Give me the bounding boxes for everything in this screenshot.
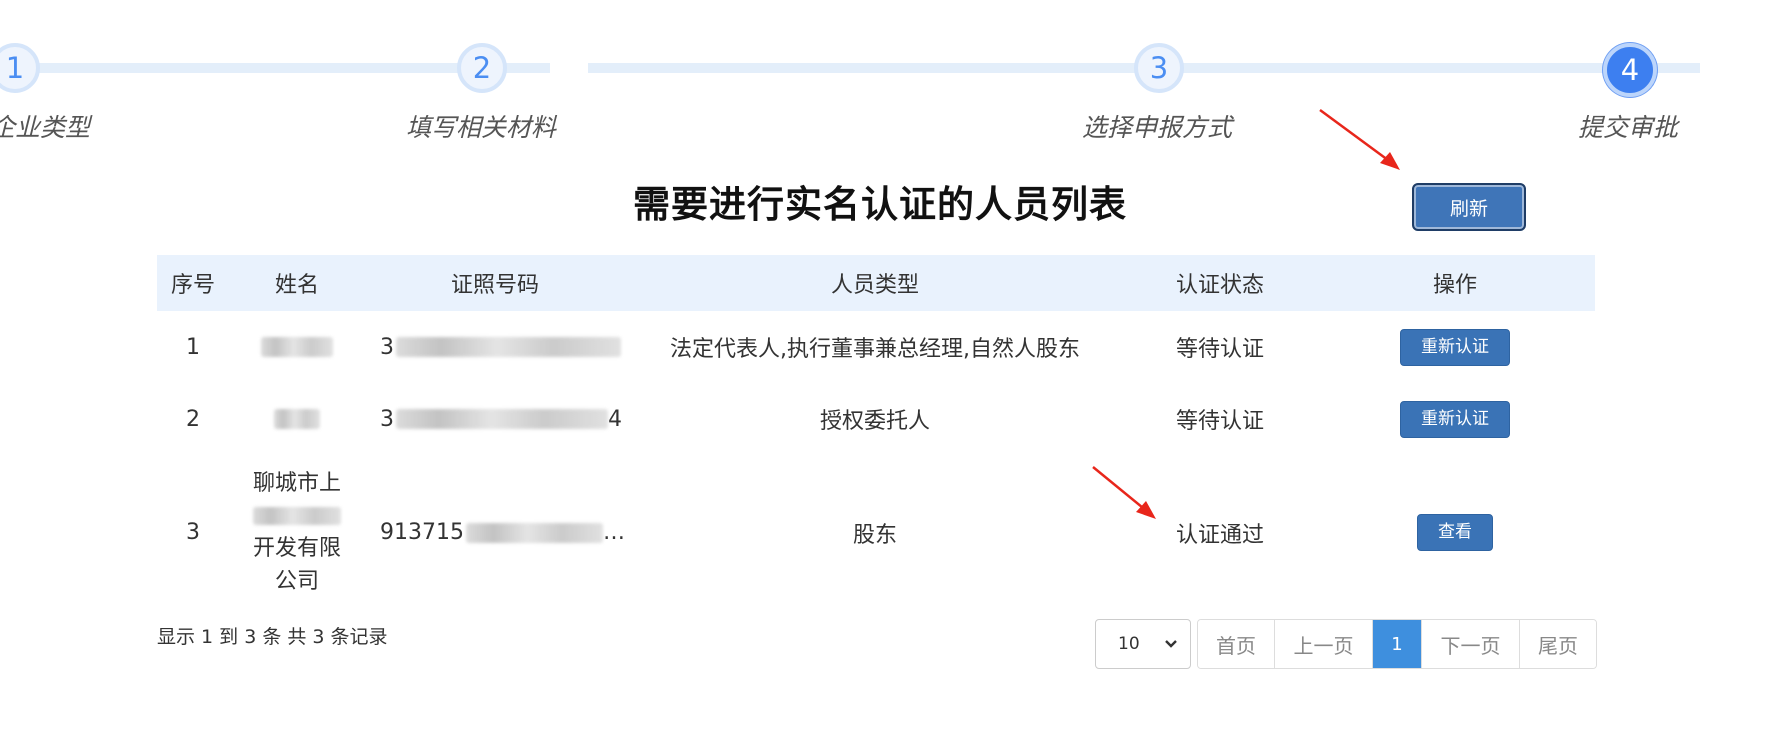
id-number-cell: 3 4 (365, 407, 625, 432)
id-number-ellipsis: … (603, 520, 625, 545)
step-1-label: 企业类型 (0, 113, 91, 142)
reauth-button[interactable]: 重新认证 (1400, 328, 1510, 366)
header-name: 姓名 (274, 273, 319, 298)
redacted-name (261, 337, 333, 357)
step-3-label: 选择申报方式 (1082, 113, 1233, 142)
header-action: 操作 (1432, 273, 1477, 298)
company-name-line: 开发有限 (252, 536, 341, 561)
table-header: 序号 姓名 证照号码 人员类型 认证状态 操作 (157, 255, 1595, 311)
row-index: 3 (186, 520, 200, 545)
company-name-line: 聊城市上 (252, 471, 341, 496)
redacted-id (396, 337, 621, 357)
header-id-number: 证照号码 (450, 273, 539, 298)
action-cell: 重新认证 (1315, 400, 1595, 438)
header-index: 序号 (170, 273, 215, 298)
row-index: 2 (186, 406, 200, 432)
view-button[interactable]: 查看 (1417, 514, 1493, 551)
id-number-prefix: 913715 (380, 520, 464, 545)
company-name: 聊城市上 开发有限 公司 (252, 467, 341, 598)
status-text: 等待认证 (1175, 337, 1264, 362)
row-index: 1 (186, 334, 200, 360)
name-cell-redacted (229, 337, 365, 357)
refresh-button[interactable]: 刷新 (1412, 183, 1526, 231)
redacted-id (465, 522, 603, 543)
prev-page-button[interactable]: 上一页 (1275, 620, 1373, 668)
header-status: 认证状态 (1175, 273, 1264, 298)
status-text: 认证通过 (1175, 522, 1264, 548)
id-number-cell: 913715 … (365, 520, 625, 545)
current-page-button[interactable]: 1 (1373, 620, 1422, 668)
step-number: 1 (5, 51, 25, 85)
id-number-prefix: 3 (380, 406, 394, 432)
record-summary: 显示 1 到 3 条 共 3 条记录 (157, 626, 388, 648)
redacted-name-part (252, 507, 341, 525)
redacted-id (396, 409, 608, 429)
action-cell: 查看 (1315, 514, 1595, 551)
step-2-label: 填写相关材料 (406, 113, 557, 142)
pagination: 首页 上一页 1 下一页 尾页 (1197, 619, 1597, 669)
redacted-name (274, 409, 320, 429)
page-size-value: 10 (1118, 634, 1140, 654)
step-number: 4 (1620, 53, 1640, 87)
step-4-circle: 4 (1603, 43, 1657, 97)
id-number-suffix: 4 (608, 406, 622, 432)
company-name-line: 公司 (274, 569, 319, 594)
step-2-circle: 2 (457, 43, 507, 93)
name-cell-redacted (229, 409, 365, 429)
last-page-button[interactable]: 尾页 (1520, 620, 1596, 668)
chevron-down-icon (1164, 634, 1178, 654)
table-row: 2 3 4 授权委托人 等待认证 重新认证 (157, 383, 1595, 455)
first-page-button[interactable]: 首页 (1198, 620, 1275, 668)
id-number-cell: 3 (365, 335, 625, 360)
step-number: 2 (472, 51, 492, 85)
id-number-prefix: 3 (380, 334, 394, 360)
action-cell: 重新认证 (1315, 328, 1595, 366)
red-arrow-icon (1319, 108, 1400, 170)
status-text: 等待认证 (1175, 409, 1264, 434)
next-page-button[interactable]: 下一页 (1422, 620, 1520, 668)
person-type: 授权委托人 (819, 409, 930, 434)
step-4-label: 提交审批 (1578, 113, 1679, 142)
page-title: 需要进行实名认证的人员列表 (633, 183, 1127, 226)
person-type: 股东 (852, 522, 897, 548)
table-row: 3 聊城市上 开发有限 公司 913715 … 股东 认证通过 查看 (157, 455, 1595, 610)
personnel-table: 序号 姓名 证照号码 人员类型 认证状态 操作 1 3 法定代表人,执行董事兼总… (157, 255, 1595, 610)
step-1-circle: 1 (0, 43, 40, 93)
person-type: 法定代表人,执行董事兼总经理,自然人股东 (670, 337, 1080, 362)
name-cell: 聊城市上 开发有限 公司 (229, 467, 365, 598)
header-person-type: 人员类型 (830, 273, 919, 298)
page-size-select[interactable]: 10 (1095, 619, 1191, 669)
table-row: 1 3 法定代表人,执行董事兼总经理,自然人股东 等待认证 重新认证 (157, 311, 1595, 383)
reauth-button[interactable]: 重新认证 (1400, 400, 1510, 438)
step-number: 3 (1149, 51, 1169, 85)
step-3-circle: 3 (1134, 43, 1184, 93)
